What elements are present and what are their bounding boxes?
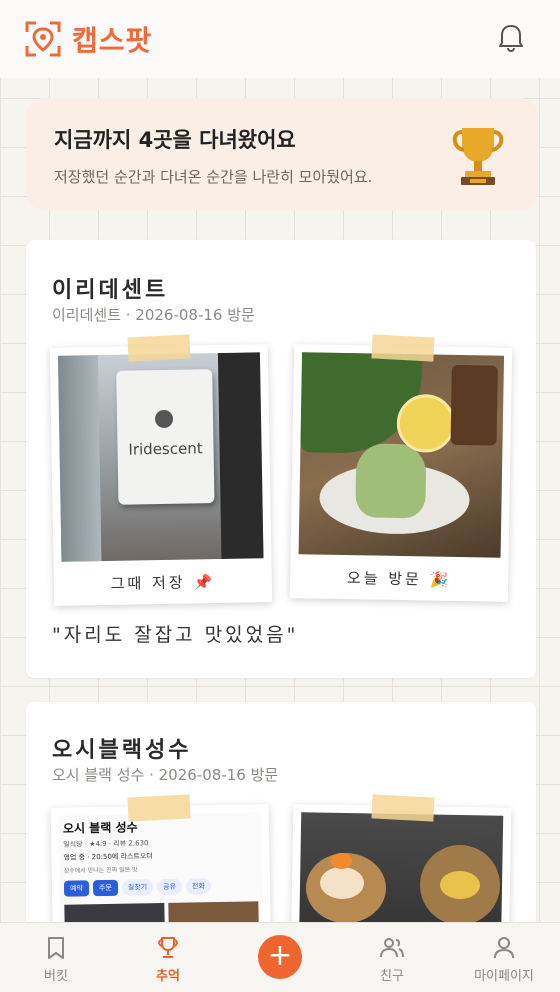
place-title: 이리데센트	[52, 278, 169, 303]
tab-add[interactable]: +	[224, 923, 336, 992]
tab-memories[interactable]: 추억	[112, 923, 224, 992]
listing-rating: 일식당 · ★4.9 · 리뷰 2,630	[63, 839, 149, 849]
saved-caption-text: 그때 저장	[110, 573, 186, 593]
tab-label: 버킷	[44, 969, 68, 984]
tab-label: 친구	[380, 969, 404, 984]
call-button[interactable]: 전화	[185, 878, 212, 895]
tab-friends[interactable]: 친구	[336, 923, 448, 992]
bell-icon[interactable]	[498, 22, 524, 53]
app-header: 캡스팟	[0, 0, 560, 78]
visit-note: "자리도 잘잡고 맛있었음"	[52, 624, 299, 646]
directions-button[interactable]: 길찾기	[121, 879, 154, 896]
pushpin-icon: 📌	[193, 573, 216, 592]
store-logo-icon	[154, 409, 174, 429]
location-pin-logo-icon	[24, 20, 62, 58]
party-popper-icon: 🎉	[429, 570, 452, 589]
listing-note: 성수에서 만나는 진짜 일본 맛	[63, 866, 138, 875]
tape-decoration	[371, 794, 435, 822]
plus-icon[interactable]: +	[258, 935, 302, 979]
place-title: 오시블랙성수	[52, 738, 192, 763]
tape-decoration	[127, 334, 191, 362]
banner-subtitle: 저장했던 순간과 다녀온 순간을 나란히 모아뒀어요.	[54, 168, 373, 186]
visit-photo	[298, 352, 505, 558]
app-name: 캡스팟	[72, 24, 153, 57]
bookmark-icon	[48, 937, 64, 959]
tab-bucket[interactable]: 버킷	[0, 923, 112, 992]
tab-mypage[interactable]: 마이페이지	[448, 923, 560, 992]
friends-icon	[380, 938, 404, 958]
bottom-tab-bar: 버킷 추억 + 친구 마이페이지	[0, 922, 560, 992]
tab-label: 마이페이지	[474, 969, 534, 984]
summary-banner: 지금까지 4곳을 다녀왔어요 저장했던 순간과 다녀온 순간을 나란히 모아뒀어…	[26, 98, 538, 210]
person-icon	[494, 937, 514, 959]
trophy-icon	[158, 937, 178, 958]
visit-caption: 오늘 방문 🎉	[298, 554, 501, 591]
saved-photo-polaroid[interactable]: Iridescent 그때 저장 📌	[49, 344, 273, 606]
banner-title: 지금까지 4곳을 다녀왔어요	[54, 128, 296, 152]
tape-decoration	[127, 794, 191, 822]
listing-actions: 예약 주문 길찾기 공유 전화	[63, 877, 258, 897]
listing-hours: 영업 중 · 20:50에 라스트오더	[63, 852, 153, 862]
order-button[interactable]: 주문	[92, 879, 118, 897]
memory-card[interactable]: 이리데센트 이리데센트 · 2026-08-16 방문 Iridescent 그…	[26, 240, 536, 678]
visit-photo-polaroid[interactable]: 오늘 방문 🎉	[289, 344, 513, 602]
share-button[interactable]: 공유	[156, 878, 183, 896]
tab-label: 추억	[156, 969, 180, 984]
saved-photo: Iridescent	[57, 352, 264, 562]
tape-decoration	[371, 334, 435, 362]
visit-caption-text: 오늘 방문	[346, 569, 423, 589]
trophy-icon	[448, 122, 508, 188]
place-visit-info: 이리데센트 · 2026-08-16 방문	[52, 306, 255, 324]
reserve-button[interactable]: 예약	[63, 880, 90, 897]
place-visit-info: 오시 블랙 성수 · 2026-08-16 방문	[52, 766, 279, 784]
store-sign-text: Iridescent	[128, 439, 203, 459]
saved-caption: 그때 저장 📌	[61, 558, 264, 595]
